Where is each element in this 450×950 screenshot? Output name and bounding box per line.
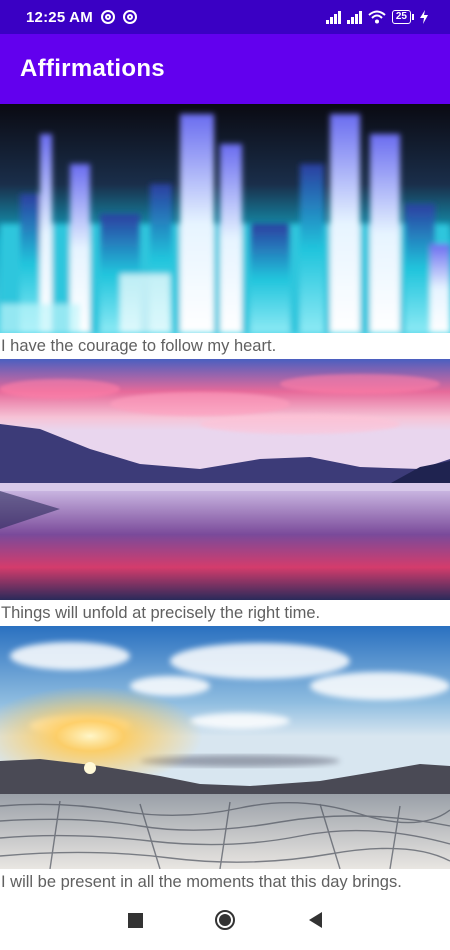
salt-flat-sunrise-photo (0, 626, 450, 869)
back-icon (308, 912, 322, 928)
signal-icon (325, 10, 341, 24)
recents-button[interactable] (90, 890, 180, 950)
battery-level: 25 (391, 10, 411, 24)
app-bar: Affirmations (0, 34, 450, 104)
back-button[interactable] (270, 890, 360, 950)
affirmation-text: I have the courage to follow my heart. (1, 337, 277, 355)
signal-icon (346, 10, 362, 24)
affirmation-card[interactable]: Things will unfold at precisely the righ… (0, 359, 450, 626)
charging-icon (420, 10, 428, 24)
sync-icon (100, 10, 115, 24)
affirmation-card[interactable]: I will be present in all the moments tha… (0, 626, 450, 895)
app-title: Affirmations (20, 55, 165, 82)
sync-icon (122, 10, 137, 24)
wifi-icon (368, 10, 386, 24)
home-button[interactable] (180, 890, 270, 950)
affirmation-card[interactable]: I have the courage to follow my heart. (0, 104, 450, 359)
system-nav-bar (0, 890, 450, 950)
status-left: 12:25 AM (26, 9, 137, 26)
status-right: 25 (325, 10, 428, 24)
affirmation-text: Things will unfold at precisely the righ… (1, 604, 321, 622)
status-bar: 12:25 AM 25 (0, 0, 450, 34)
recents-icon (127, 912, 143, 928)
home-icon (215, 910, 235, 930)
ice-crystals-photo (0, 104, 450, 333)
lake-sunset-photo (0, 359, 450, 600)
status-time: 12:25 AM (26, 8, 93, 26)
battery-icon: 25 (391, 10, 414, 24)
affirmation-list[interactable]: I have the courage to follow my heart. T… (0, 104, 450, 895)
